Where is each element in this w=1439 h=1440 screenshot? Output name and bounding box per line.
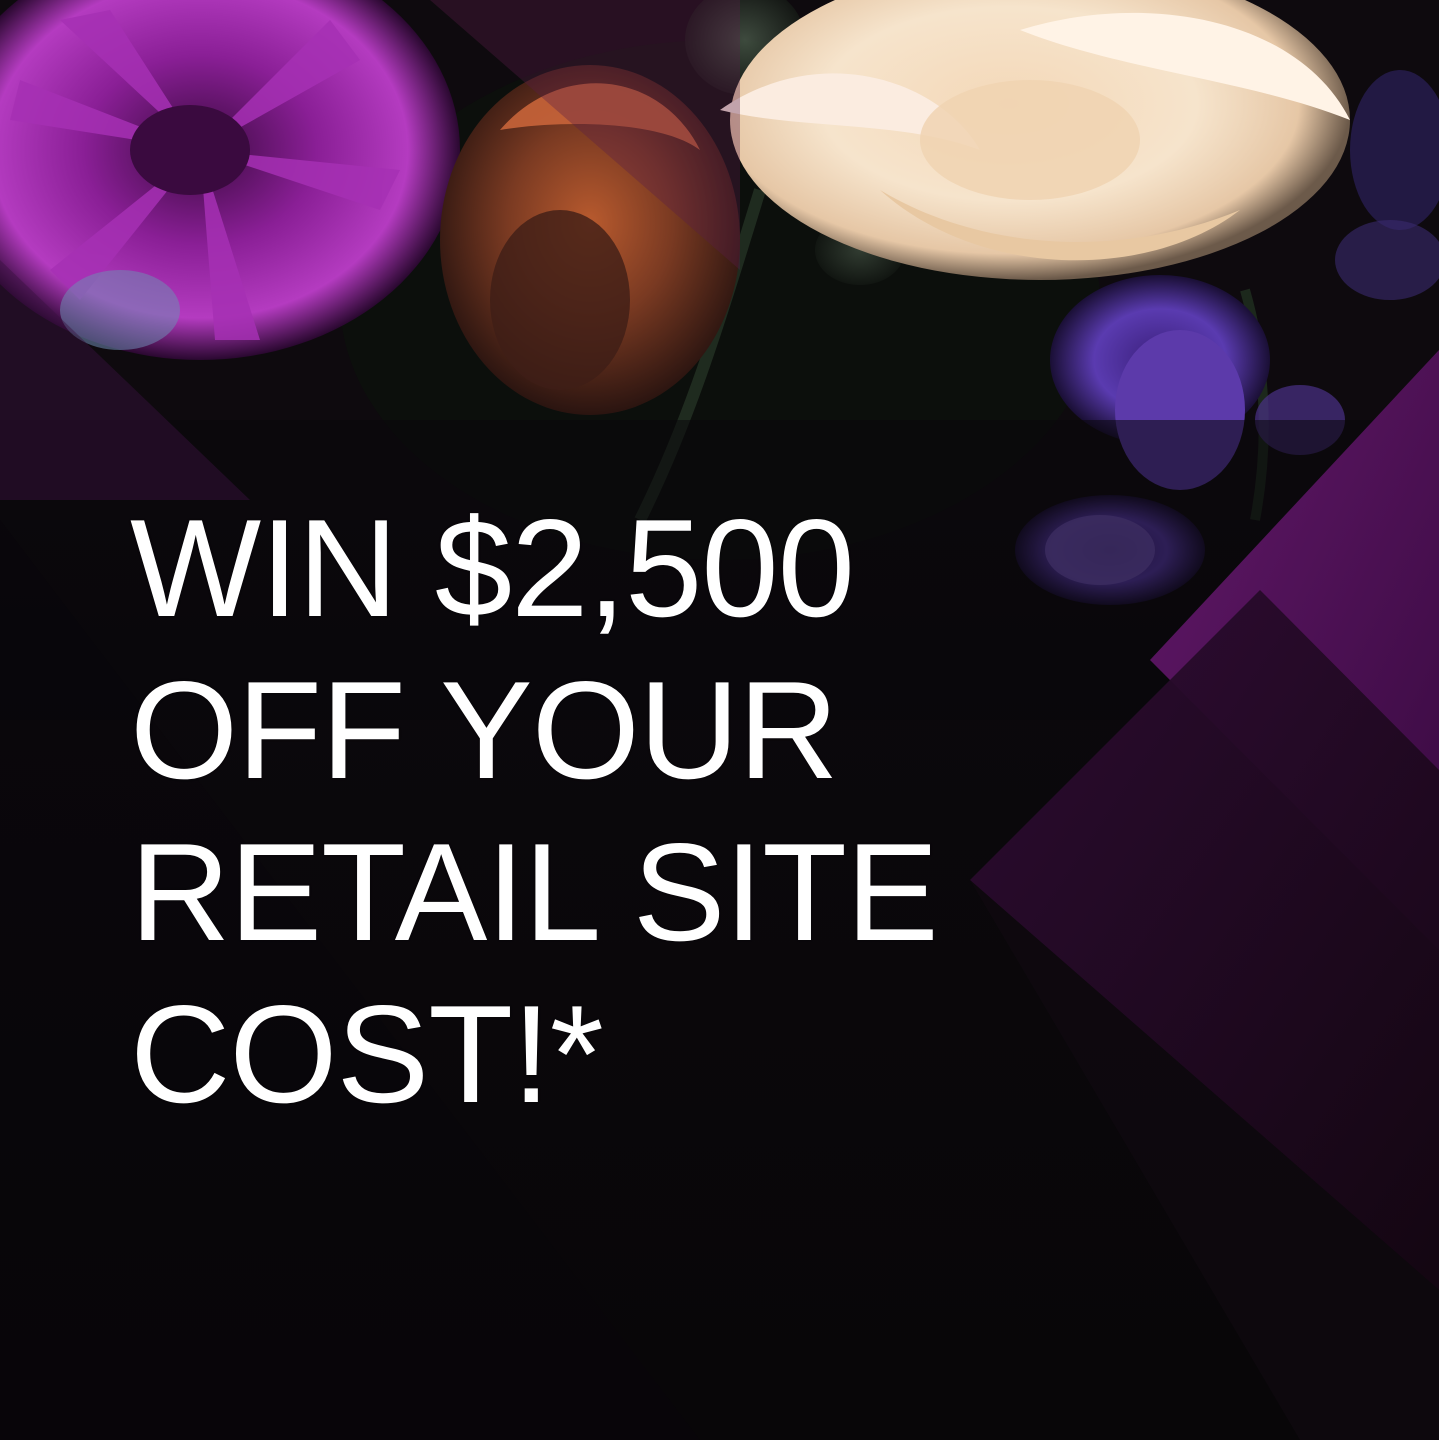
promo-banner: WIN $2,500 OFF YOUR RETAIL SITE COST!* [0,0,1439,1440]
promo-headline: WIN $2,500 OFF YOUR RETAIL SITE COST!* [130,488,939,1136]
headline-line-1: WIN $2,500 [130,491,855,646]
headline-line-2: OFF YOUR [130,653,839,808]
headline-line-3: RETAIL SITE [130,815,939,970]
headline-line-4: COST!* [130,977,604,1132]
